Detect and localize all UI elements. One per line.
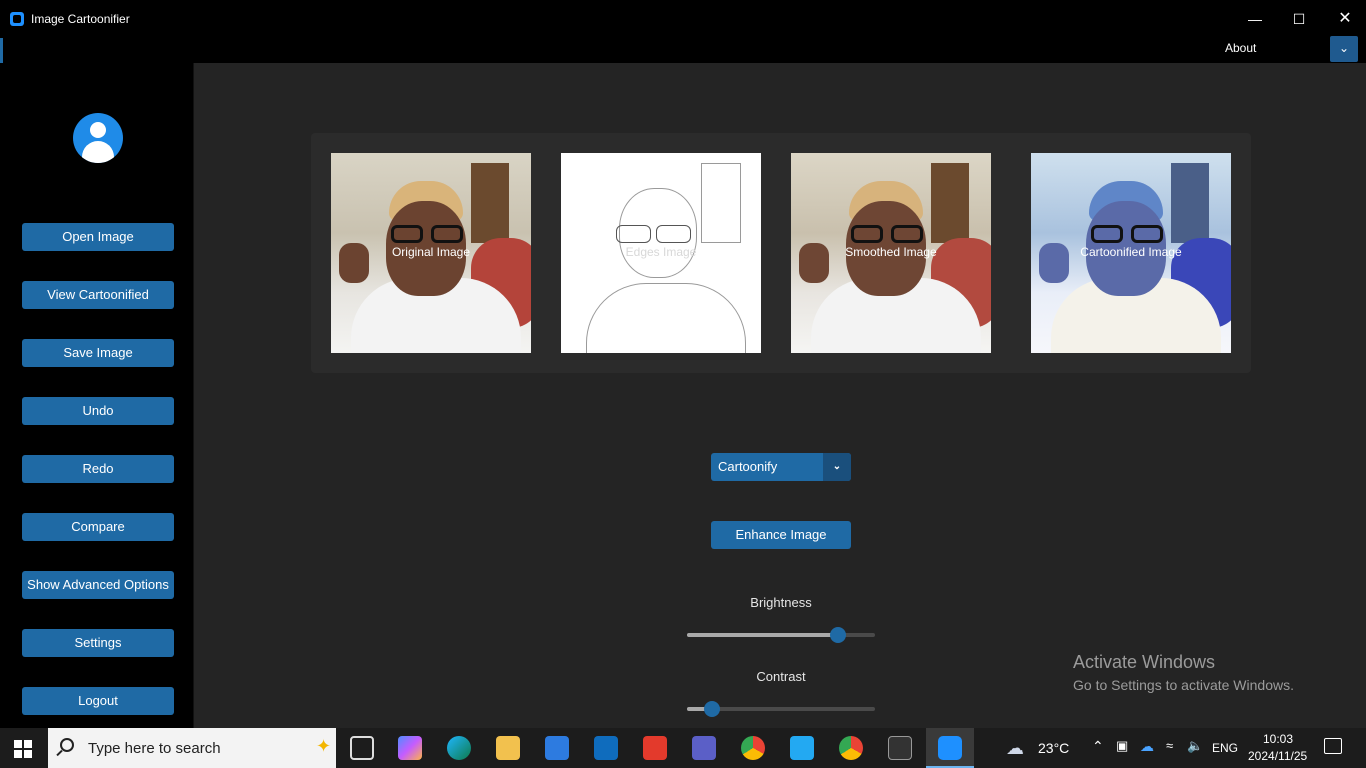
- chevron-up-icon[interactable]: ⌃: [1092, 738, 1104, 755]
- original-image[interactable]: Original Image: [331, 153, 531, 353]
- minimize-button[interactable]: —: [1240, 8, 1270, 30]
- notifications-icon[interactable]: [1324, 738, 1342, 754]
- windows-start-icon[interactable]: [14, 740, 32, 758]
- edge-browser-icon[interactable]: [447, 736, 471, 760]
- menu-bar: About: [0, 38, 1366, 63]
- contrast-slider-knob[interactable]: [704, 701, 721, 717]
- search-placeholder: Type here to search: [88, 740, 221, 757]
- mode-select[interactable]: Cartoonify ⌄: [711, 453, 851, 481]
- copilot-sparkle-icon: ✦: [316, 736, 332, 756]
- settings-button[interactable]: Settings: [22, 629, 174, 657]
- brightness-label: Brightness: [750, 595, 812, 610]
- edges-image[interactable]: Edges Image: [561, 153, 761, 353]
- taskbar-search[interactable]: Type here to search ✦: [48, 728, 336, 768]
- wps-office-icon[interactable]: [643, 736, 667, 760]
- brightness-slider-knob[interactable]: [829, 627, 846, 643]
- show-advanced-options-button[interactable]: Show Advanced Options: [22, 571, 174, 599]
- language-indicator[interactable]: ENG: [1212, 741, 1238, 755]
- clock-date[interactable]: 2024/11/25: [1248, 749, 1307, 763]
- chrome-icon[interactable]: [741, 736, 765, 760]
- save-image-button[interactable]: Save Image: [22, 339, 174, 367]
- vscode-icon[interactable]: [790, 736, 814, 760]
- main-content: Original Image Edges Image Smoothed Imag…: [194, 63, 1366, 728]
- mode-select-value: Cartoonify: [718, 459, 778, 474]
- sidebar: Open Image View Cartoonified Save Image …: [0, 63, 194, 728]
- app-window: Image Cartoonifier — ☐ ✕ About ⌄ Open Im…: [0, 0, 1366, 728]
- volume-icon[interactable]: 🔈: [1187, 738, 1203, 754]
- activate-windows-watermark: Activate Windows Go to Settings to activ…: [1073, 652, 1294, 693]
- taskbar: Type here to search ✦ ☁ 23°C ⌃ ▣ ☁ ≈ 🔈 E…: [0, 728, 1366, 768]
- cartoonified-image[interactable]: Cartoonified Image: [1031, 153, 1231, 353]
- file-explorer-icon[interactable]: [496, 736, 520, 760]
- compare-button[interactable]: Compare: [22, 513, 174, 541]
- user-avatar-icon: [73, 113, 123, 163]
- meet-icon[interactable]: ▣: [1116, 738, 1128, 754]
- weather-temperature[interactable]: 23°C: [1038, 740, 1069, 756]
- view-cartoonified-button[interactable]: View Cartoonified: [22, 281, 174, 309]
- original-image-caption: Original Image: [391, 245, 471, 259]
- chevron-down-icon: ⌄: [1338, 41, 1350, 55]
- onedrive-icon[interactable]: ☁: [1140, 738, 1154, 755]
- app-icon: [10, 12, 24, 26]
- watermark-title: Activate Windows: [1073, 652, 1216, 672]
- teams-icon[interactable]: [692, 736, 716, 760]
- cloud-weather-icon[interactable]: ☁: [1006, 738, 1024, 759]
- chrome-profile-icon[interactable]: [839, 736, 863, 760]
- copilot-icon[interactable]: [398, 736, 422, 760]
- menu-dropdown-button[interactable]: ⌄: [1330, 36, 1358, 62]
- open-image-button[interactable]: Open Image: [22, 223, 174, 251]
- smoothed-image-caption: Smoothed Image: [845, 245, 937, 259]
- undo-button[interactable]: Undo: [22, 397, 174, 425]
- clock-time[interactable]: 10:03: [1263, 732, 1293, 746]
- cartoonified-image-caption: Cartoonified Image: [1080, 245, 1182, 259]
- terminal-icon[interactable]: [888, 736, 912, 760]
- image-preview-panel: Original Image Edges Image Smoothed Imag…: [311, 133, 1251, 373]
- wifi-icon[interactable]: ≈: [1166, 738, 1173, 753]
- outlook-icon[interactable]: [594, 736, 618, 760]
- close-button[interactable]: ✕: [1330, 8, 1360, 30]
- task-view-icon[interactable]: [350, 736, 374, 760]
- contrast-slider[interactable]: [687, 701, 875, 717]
- smoothed-image[interactable]: Smoothed Image: [791, 153, 991, 353]
- window-title: Image Cartoonifier: [31, 12, 130, 26]
- search-icon: [60, 738, 74, 752]
- about-menu-item[interactable]: About: [1225, 41, 1256, 55]
- watermark-subtitle: Go to Settings to activate Windows.: [1073, 677, 1294, 693]
- maximize-button[interactable]: ☐: [1284, 8, 1314, 30]
- title-bar: Image Cartoonifier — ☐ ✕: [0, 0, 1366, 38]
- microsoft-store-icon[interactable]: [545, 736, 569, 760]
- logout-button[interactable]: Logout: [22, 687, 174, 715]
- chevron-down-icon[interactable]: ⌄: [823, 453, 851, 481]
- image-cartoonifier-taskbar-icon[interactable]: [938, 736, 962, 760]
- contrast-label: Contrast: [756, 669, 806, 684]
- enhance-image-button[interactable]: Enhance Image: [711, 521, 851, 549]
- active-app-slot[interactable]: [926, 728, 974, 768]
- redo-button[interactable]: Redo: [22, 455, 174, 483]
- brightness-slider[interactable]: [687, 627, 875, 643]
- edges-image-caption: Edges Image: [625, 245, 697, 259]
